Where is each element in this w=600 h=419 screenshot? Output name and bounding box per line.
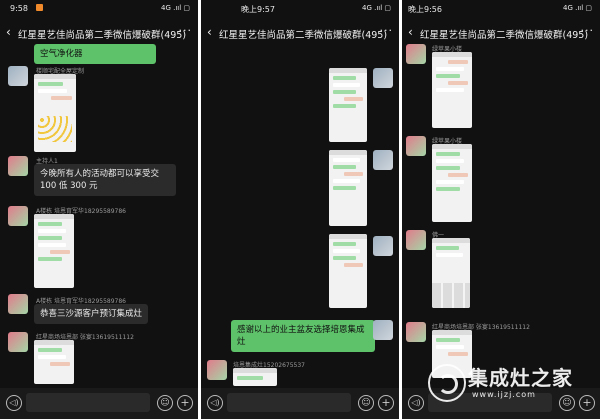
image-message[interactable] xyxy=(233,368,277,386)
more-menu-icon[interactable]: ··· xyxy=(179,24,193,37)
voice-icon[interactable]: ◁) xyxy=(6,395,22,411)
message-input[interactable] xyxy=(227,393,351,412)
image-message[interactable] xyxy=(432,238,470,308)
message-input[interactable] xyxy=(26,393,150,412)
notification-icon xyxy=(36,4,43,11)
message-bubble[interactable]: 恭喜三沙源客户预订集成灶 xyxy=(34,304,148,324)
image-message[interactable] xyxy=(329,68,367,142)
more-menu-icon[interactable]: ··· xyxy=(581,24,595,37)
avatar[interactable] xyxy=(406,44,426,64)
image-message[interactable] xyxy=(34,340,74,384)
status-time: 晚上9:56 xyxy=(408,5,442,14)
status-bar: 晚上9:56 4G .ııl ▢ xyxy=(402,0,600,18)
avatar[interactable] xyxy=(8,156,28,176)
avatar[interactable] xyxy=(8,332,28,352)
emoji-icon[interactable]: ☺ xyxy=(358,395,374,411)
avatar[interactable] xyxy=(8,206,28,226)
more-menu-icon[interactable]: ··· xyxy=(380,24,394,37)
chat-header: ‹ 红星星艺佳尚品第二季微信爆破群(495) ··· xyxy=(402,22,600,44)
watermark-name: 集成灶之家 xyxy=(468,366,573,390)
status-time: 晚上9:57 xyxy=(241,5,275,14)
plus-icon[interactable]: + xyxy=(177,395,193,411)
chat-area: 感谢以上的业主盆友选择培恩集成灶 培恩集成灶15202675537 xyxy=(201,46,399,386)
chat-area: 空气净化器 楼顺宅配全屋定制 主持人1 今晚所有人的活动都可以享受交100 低 … xyxy=(0,44,198,386)
status-time: 9:58 xyxy=(10,4,28,13)
avatar[interactable] xyxy=(373,68,393,88)
image-message[interactable] xyxy=(34,74,76,152)
message-bubble[interactable]: 空气净化器 xyxy=(34,44,156,64)
message-bubble[interactable]: 感谢以上的业主盆友选择培恩集成灶 xyxy=(231,320,375,352)
signal-battery-icon: 4G .ııl ▢ xyxy=(562,4,592,12)
avatar[interactable] xyxy=(373,150,393,170)
image-message[interactable] xyxy=(329,150,367,226)
watermark-url: www.ijzj.com xyxy=(472,390,536,399)
avatar[interactable] xyxy=(373,236,393,256)
avatar[interactable] xyxy=(406,230,426,250)
phone-screen-2: 晚上9:57 4G .ııl ▢ ‹ 红星星艺佳尚品第二季微信爆破群(495) … xyxy=(201,0,399,419)
chat-header: ‹ 红星星艺佳尚品第二季微信爆破群(495) ··· xyxy=(0,22,198,44)
voice-icon[interactable]: ◁) xyxy=(207,395,223,411)
plus-icon[interactable]: + xyxy=(378,395,394,411)
avatar[interactable] xyxy=(8,294,28,314)
avatar[interactable] xyxy=(373,320,393,340)
emoji-icon[interactable]: ☺ xyxy=(157,395,173,411)
signal-battery-icon: 4G .ııl ▢ xyxy=(160,4,190,12)
chat-area: 绿苹果小楼 绿苹果小楼 佛一 红星商场培恩部 张宴13619511112 xyxy=(402,44,600,386)
back-arrow-icon[interactable]: ‹ xyxy=(6,25,11,39)
watermark-logo-icon xyxy=(428,364,466,402)
status-bar: 晚上9:57 4G .ııl ▢ xyxy=(201,0,399,18)
watermark: 集成灶之家 www.ijzj.com xyxy=(420,356,600,412)
image-message[interactable] xyxy=(34,214,74,288)
signal-battery-icon: 4G .ııl ▢ xyxy=(361,4,391,12)
chat-title: 红星星艺佳尚品第二季微信爆破群(495) xyxy=(219,30,388,41)
image-message[interactable] xyxy=(432,52,472,128)
input-bar: ◁) ☺ + xyxy=(0,388,198,419)
phone-screen-1: 9:58 4G .ııl ▢ ‹ 红星星艺佳尚品第二季微信爆破群(495) ··… xyxy=(0,0,198,419)
avatar[interactable] xyxy=(406,136,426,156)
status-bar: 9:58 4G .ııl ▢ xyxy=(0,0,198,18)
back-arrow-icon[interactable]: ‹ xyxy=(408,25,413,39)
screenshot-collage: 9:58 4G .ııl ▢ ‹ 红星星艺佳尚品第二季微信爆破群(495) ··… xyxy=(0,0,600,419)
back-arrow-icon[interactable]: ‹ xyxy=(207,25,212,39)
input-bar: ◁) ☺ + xyxy=(201,388,399,419)
image-message[interactable] xyxy=(432,144,472,222)
chat-title: 红星星艺佳尚品第二季微信爆破群(495) xyxy=(420,30,589,41)
chat-title: 红星星艺佳尚品第二季微信爆破群(495) xyxy=(18,30,187,41)
avatar[interactable] xyxy=(207,360,227,380)
image-message[interactable] xyxy=(329,234,367,308)
avatar[interactable] xyxy=(8,66,28,86)
chat-header: ‹ 红星星艺佳尚品第二季微信爆破群(495) ··· xyxy=(201,22,399,44)
avatar[interactable] xyxy=(406,322,426,342)
message-bubble[interactable]: 今晚所有人的活动都可以享受交100 低 300 元 xyxy=(34,164,176,196)
